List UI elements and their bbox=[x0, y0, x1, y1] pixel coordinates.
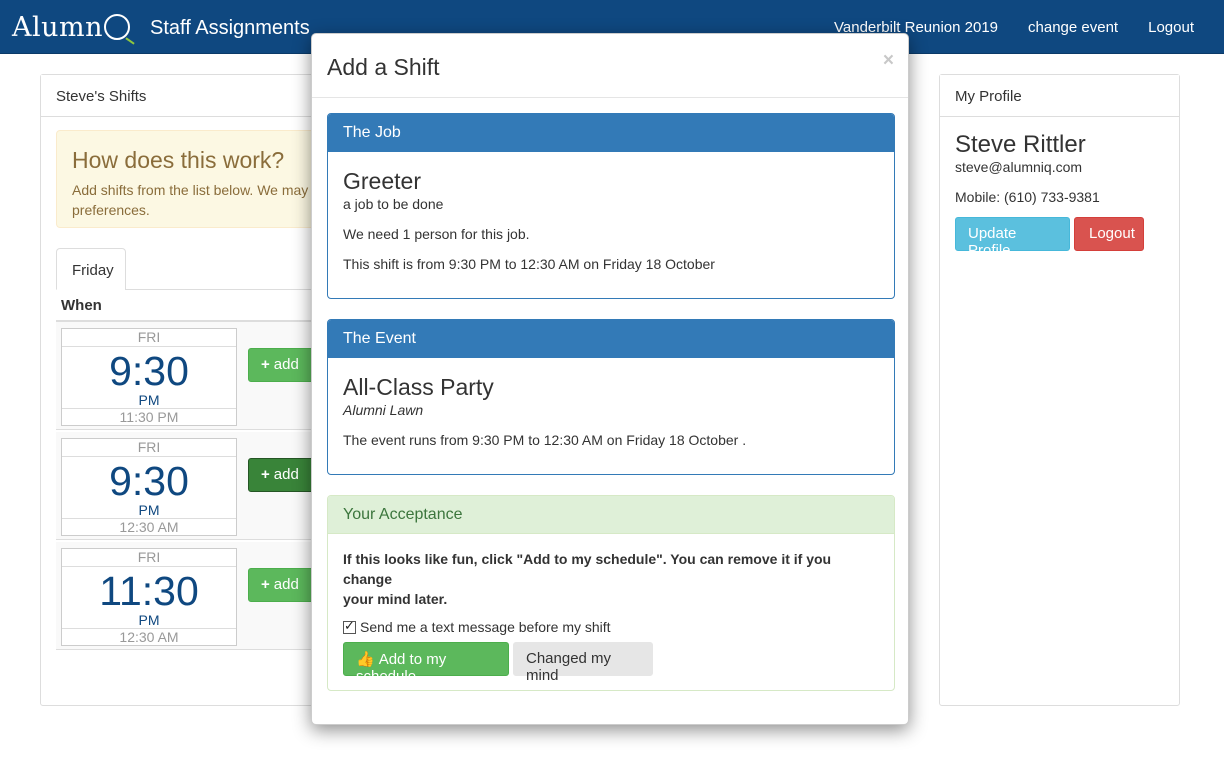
profile-logout-button[interactable]: Logout bbox=[1074, 217, 1144, 251]
profile-email: steve@alumniq.com bbox=[955, 159, 1083, 175]
text-message-option[interactable]: Send me a text message before my shift bbox=[343, 618, 879, 635]
shift-time-card: FRI 9:30 PM 12:30 AM bbox=[61, 438, 237, 536]
job-panel-title: The Job bbox=[328, 114, 894, 152]
plus-icon: + bbox=[261, 356, 270, 373]
text-message-checkbox[interactable] bbox=[343, 618, 356, 634]
shift-day: FRI bbox=[62, 439, 236, 457]
acceptance-text-line1: If this looks like fun, click "Add to my… bbox=[343, 551, 832, 587]
shift-time-card: FRI 9:30 PM 11:30 PM bbox=[61, 328, 237, 426]
shift-ampm: PM bbox=[138, 612, 160, 628]
shift-start-time: 9:30 bbox=[109, 348, 189, 394]
job-need: We need 1 person for this job. bbox=[343, 226, 530, 242]
shift-end-time: 12:30 AM bbox=[62, 518, 236, 535]
update-profile-button[interactable]: Update Profile bbox=[955, 217, 1070, 259]
profile-panel: My Profile Steve Rittler steve@alumniq.c… bbox=[939, 74, 1180, 706]
add-button-label: add bbox=[273, 356, 299, 373]
event-location: Alumni Lawn bbox=[343, 402, 424, 418]
tab-friday[interactable]: Friday bbox=[56, 248, 126, 290]
change-event-link[interactable]: change event bbox=[1028, 19, 1118, 36]
shift-start-time: 9:30 bbox=[109, 458, 189, 504]
plus-icon: + bbox=[261, 466, 270, 483]
event-panel-title: The Event bbox=[328, 320, 894, 358]
table-row: FRI 11:30 PM 12:30 AM + add bbox=[56, 542, 318, 650]
event-time: The event runs from 9:30 PM to 12:30 AM … bbox=[343, 432, 747, 448]
shift-start-time: 11:30 bbox=[99, 568, 199, 614]
text-message-label[interactable]: Send me a text message before my shift bbox=[360, 619, 611, 635]
brand-logo-q-icon bbox=[104, 14, 131, 40]
event-panel-body: All-Class Party Alumni Lawn The event ru… bbox=[328, 358, 894, 464]
shift-end-time: 12:30 AM bbox=[62, 628, 236, 645]
add-to-schedule-button[interactable]: 👍 Add to my schedule bbox=[343, 642, 509, 685]
alert-text-line2: preferences. bbox=[72, 202, 150, 218]
job-time: This shift is from 9:30 PM to 12:30 AM o… bbox=[343, 256, 715, 272]
table-row: FRI 9:30 PM 11:30 PM + add bbox=[56, 322, 318, 430]
when-column-header: When bbox=[61, 297, 102, 314]
profile-name: Steve Rittler bbox=[955, 131, 1086, 158]
how-it-works-alert: How does this work? Add shifts from the … bbox=[56, 130, 336, 228]
job-description: a job to be done bbox=[343, 196, 444, 212]
app-title[interactable]: Staff Assignments bbox=[150, 17, 310, 40]
logout-link[interactable]: Logout bbox=[1148, 19, 1194, 36]
modal-header: Add a Shift × bbox=[312, 34, 908, 98]
event-name: All-Class Party bbox=[343, 374, 494, 400]
acceptance-panel-title: Your Acceptance bbox=[328, 496, 894, 534]
job-panel-body: Greeter a job to be done We need 1 perso… bbox=[328, 152, 894, 288]
close-icon[interactable]: × bbox=[883, 50, 894, 72]
add-shift-modal: Add a Shift × The Job Greeter a job to b… bbox=[311, 33, 909, 725]
shift-ampm: PM bbox=[138, 502, 160, 518]
acceptance-panel-body: If this looks like fun, click "Add to my… bbox=[328, 534, 894, 650]
add-shift-button[interactable]: + add bbox=[248, 348, 318, 382]
brand-logo-text: Alumn bbox=[12, 11, 104, 43]
changed-my-mind-button[interactable]: Changed my mind bbox=[513, 642, 653, 684]
job-panel: The Job Greeter a job to be done We need… bbox=[327, 113, 895, 299]
shift-ampm: PM bbox=[138, 392, 160, 408]
thumbs-up-icon: 👍 bbox=[356, 651, 375, 668]
shift-day: FRI bbox=[62, 549, 236, 567]
acceptance-text-line2: your mind later. bbox=[343, 591, 448, 607]
modal-title: Add a Shift bbox=[327, 54, 440, 80]
event-panel: The Event All-Class Party Alumni Lawn Th… bbox=[327, 319, 895, 475]
shift-time-card: FRI 11:30 PM 12:30 AM bbox=[61, 548, 237, 646]
profile-mobile: Mobile: (610) 733-9381 bbox=[955, 189, 1100, 205]
tab-divider bbox=[125, 289, 315, 290]
job-name: Greeter bbox=[343, 168, 421, 194]
shifts-panel-title: Steve's Shifts bbox=[41, 75, 329, 117]
alert-text-line1: Add shifts from the list below. We may bbox=[72, 182, 309, 198]
add-shift-button[interactable]: + add bbox=[248, 458, 318, 492]
plus-icon: + bbox=[261, 576, 270, 593]
table-row: FRI 9:30 PM 12:30 AM + add bbox=[56, 432, 318, 540]
alert-title: How does this work? bbox=[72, 147, 285, 173]
shift-day: FRI bbox=[62, 329, 236, 347]
brand-logo[interactable]: Alumn bbox=[12, 10, 131, 44]
add-button-label: add bbox=[273, 576, 299, 593]
profile-panel-title: My Profile bbox=[940, 75, 1179, 117]
acceptance-panel: Your Acceptance If this looks like fun, … bbox=[327, 495, 895, 691]
add-shift-button[interactable]: + add bbox=[248, 568, 318, 602]
shift-end-time: 11:30 PM bbox=[62, 408, 236, 425]
add-button-label: add bbox=[273, 466, 299, 483]
